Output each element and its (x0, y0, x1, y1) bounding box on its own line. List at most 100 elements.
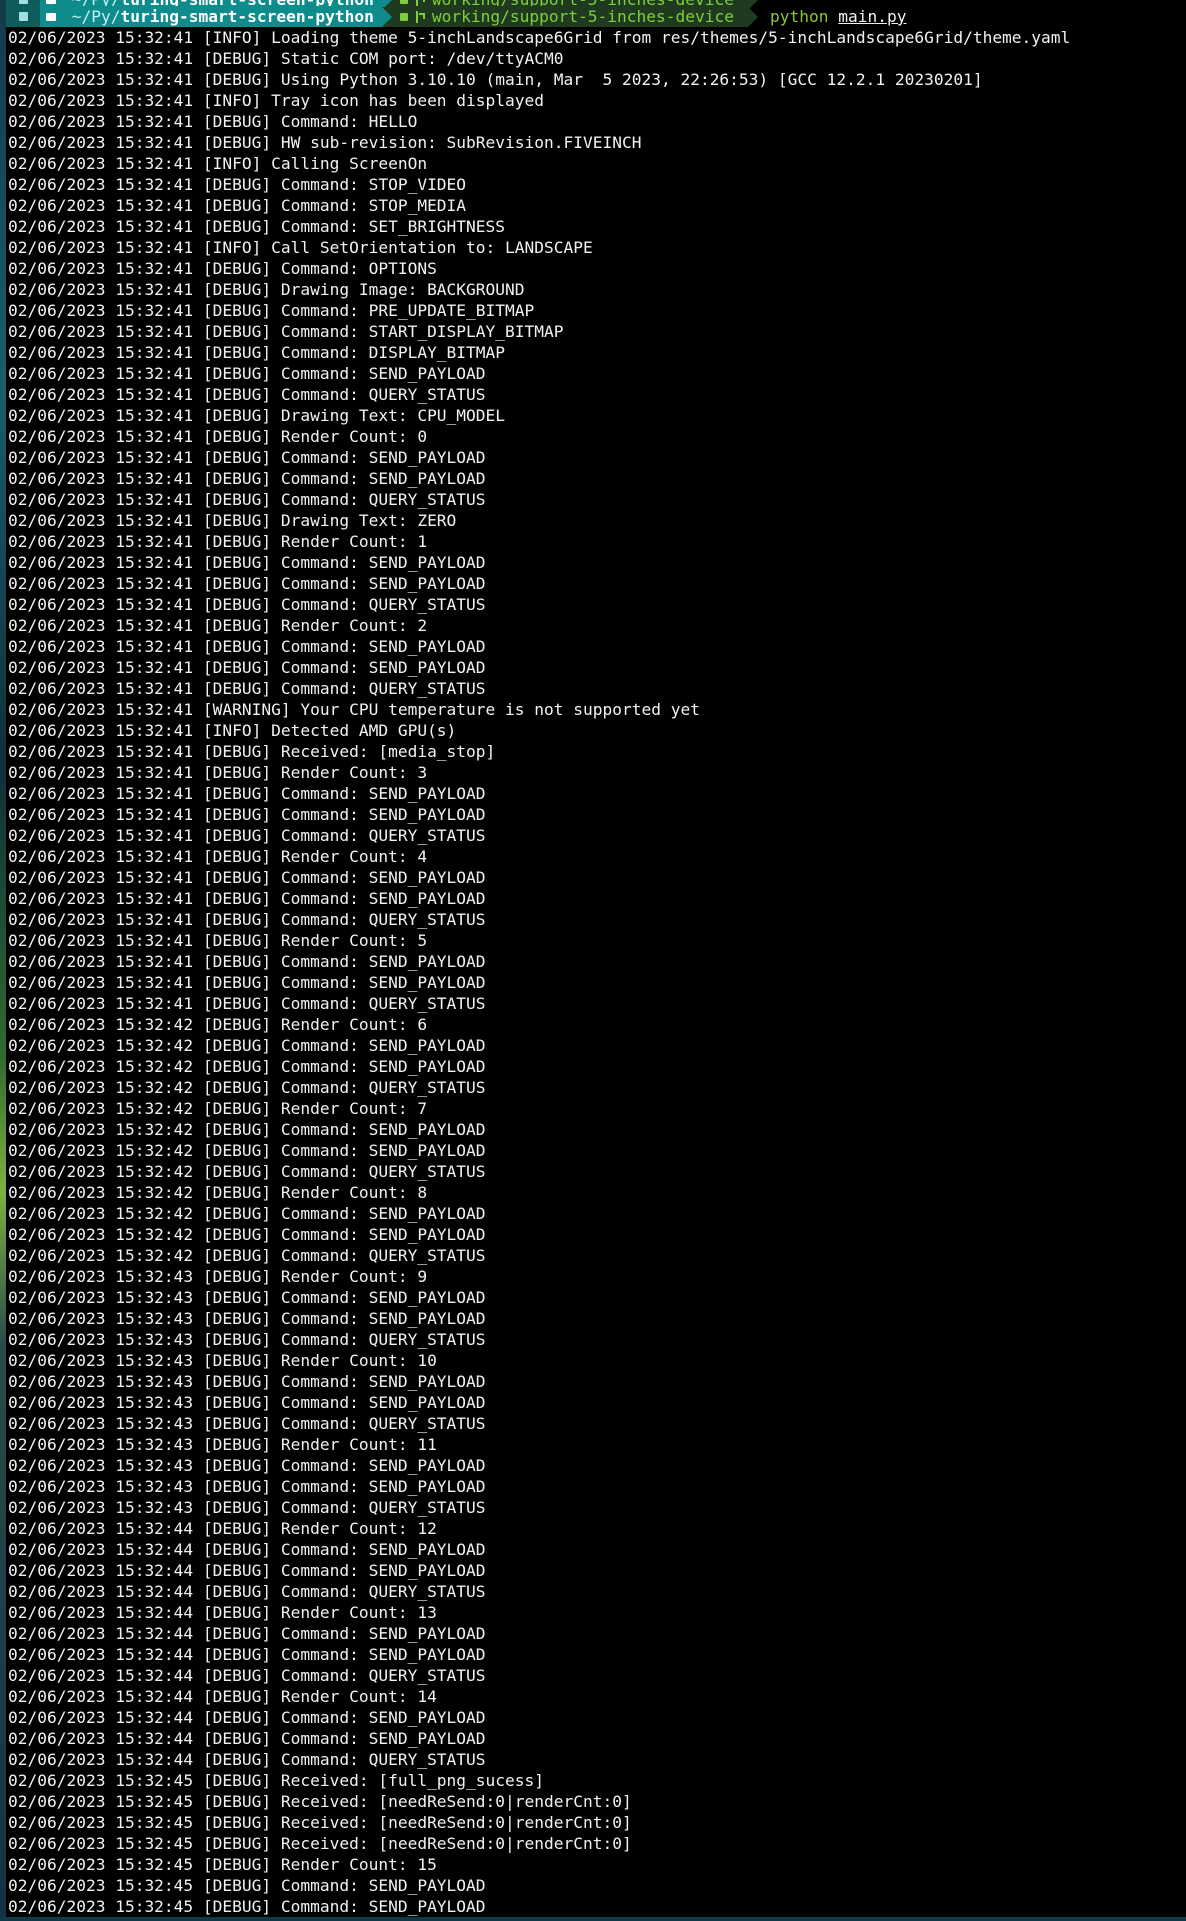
log-line: 02/06/2023 15:32:41 [DEBUG] HW sub-revis… (8, 133, 642, 152)
log-line: 02/06/2023 15:32:41 [DEBUG] Drawing Text… (8, 406, 506, 425)
log-line: 02/06/2023 15:32:41 [DEBUG] Received: [m… (8, 742, 496, 761)
log-line: 02/06/2023 15:32:43 [DEBUG] Command: QUE… (8, 1330, 486, 1349)
log-line: 02/06/2023 15:32:44 [DEBUG] Command: SEN… (8, 1729, 486, 1748)
log-line: 02/06/2023 15:32:41 [DEBUG] Command: SEN… (8, 952, 486, 971)
log-line: 02/06/2023 15:32:41 [DEBUG] Command: SEN… (8, 658, 486, 677)
segment-separator (748, 6, 758, 27)
log-line: 02/06/2023 15:32:42 [DEBUG] Render Count… (8, 1015, 428, 1034)
log-line: 02/06/2023 15:32:41 [INFO] Tray icon has… (8, 91, 545, 110)
log-line: 02/06/2023 15:32:43 [DEBUG] Command: QUE… (8, 1498, 486, 1517)
command-name: python (770, 7, 829, 26)
log-line: 02/06/2023 15:32:43 [DEBUG] Render Count… (8, 1435, 437, 1454)
log-line: 02/06/2023 15:32:44 [DEBUG] Render Count… (8, 1603, 437, 1622)
log-line: 02/06/2023 15:32:41 [DEBUG] Command: SEN… (8, 805, 486, 824)
log-line: 02/06/2023 15:32:41 [DEBUG] Render Count… (8, 532, 428, 551)
log-line: 02/06/2023 15:32:41 [INFO] Call SetOrien… (8, 238, 593, 257)
log-line: 02/06/2023 15:32:44 [DEBUG] Command: SEN… (8, 1708, 486, 1727)
log-line: 02/06/2023 15:32:41 [DEBUG] Command: STA… (8, 322, 564, 341)
command-argument: main.py (838, 7, 907, 26)
log-line: 02/06/2023 15:32:44 [DEBUG] Render Count… (8, 1519, 437, 1538)
wallpaper-edge (0, 0, 6, 1921)
log-line: 02/06/2023 15:32:41 [DEBUG] Command: SEN… (8, 574, 486, 593)
log-line: 02/06/2023 15:32:41 [DEBUG] Render Count… (8, 763, 428, 782)
log-line: 02/06/2023 15:32:43 [DEBUG] Command: SEN… (8, 1477, 486, 1496)
log-output: 02/06/2023 15:32:41 [INFO] Loading theme… (8, 27, 1184, 1917)
log-line: 02/06/2023 15:32:42 [DEBUG] Command: SEN… (8, 1120, 486, 1139)
log-line: 02/06/2023 15:32:41 [DEBUG] Command: QUE… (8, 910, 486, 929)
log-line: 02/06/2023 15:32:44 [DEBUG] Command: SEN… (8, 1540, 486, 1559)
log-line: 02/06/2023 15:32:43 [DEBUG] Command: SEN… (8, 1288, 486, 1307)
log-line: 02/06/2023 15:32:44 [DEBUG] Command: QUE… (8, 1666, 486, 1685)
path-segment: ~/Py/turing-smart-screen-python (40, 6, 382, 27)
git-icon (399, 12, 408, 21)
log-line: 02/06/2023 15:32:42 [DEBUG] Command: SEN… (8, 1204, 486, 1223)
log-line: 02/06/2023 15:32:41 [DEBUG] Drawing Text… (8, 511, 457, 530)
log-line: 02/06/2023 15:32:41 [DEBUG] Render Count… (8, 931, 428, 950)
git-icon (399, 0, 408, 4)
log-line: 02/06/2023 15:32:41 [DEBUG] Command: QUE… (8, 994, 486, 1013)
log-line: 02/06/2023 15:32:43 [DEBUG] Render Count… (8, 1351, 437, 1370)
log-line: 02/06/2023 15:32:41 [DEBUG] Command: SEN… (8, 868, 486, 887)
log-line: 02/06/2023 15:32:41 [DEBUG] Command: STO… (8, 196, 467, 215)
git-segment: working/support-5-inches-device (391, 6, 748, 27)
log-line: 02/06/2023 15:32:41 [DEBUG] Render Count… (8, 616, 428, 635)
log-line: 02/06/2023 15:32:45 [DEBUG] Received: [n… (8, 1813, 632, 1832)
log-line: 02/06/2023 15:32:41 [DEBUG] Command: OPT… (8, 259, 437, 278)
log-line: 02/06/2023 15:32:43 [DEBUG] Command: QUE… (8, 1414, 486, 1433)
log-line: 02/06/2023 15:32:41 [DEBUG] Command: QUE… (8, 826, 486, 845)
branch-icon (415, 0, 426, 6)
os-icon (18, 12, 28, 21)
log-line: 02/06/2023 15:32:41 [DEBUG] Command: QUE… (8, 679, 486, 698)
folder-icon (46, 12, 56, 21)
log-line: 02/06/2023 15:32:44 [DEBUG] Command: SEN… (8, 1624, 486, 1643)
log-line: 02/06/2023 15:32:41 [DEBUG] Render Count… (8, 427, 428, 446)
log-line: 02/06/2023 15:32:42 [DEBUG] Command: SEN… (8, 1141, 486, 1160)
shell-prompt: ~/Py/turing-smart-screen-python working/… (6, 6, 1186, 27)
log-line: 02/06/2023 15:32:41 [DEBUG] Command: SEN… (8, 364, 486, 383)
log-line: 02/06/2023 15:32:41 [DEBUG] Command: PRE… (8, 301, 535, 320)
os-segment (6, 6, 40, 27)
log-line: 02/06/2023 15:32:42 [DEBUG] Command: QUE… (8, 1078, 486, 1097)
log-line: 02/06/2023 15:32:41 [DEBUG] Render Count… (8, 847, 428, 866)
log-line: 02/06/2023 15:32:43 [DEBUG] Render Count… (8, 1267, 428, 1286)
log-line: 02/06/2023 15:32:45 [DEBUG] Received: [n… (8, 1792, 632, 1811)
log-line: 02/06/2023 15:32:42 [DEBUG] Command: QUE… (8, 1162, 486, 1181)
path-dir: turing-smart-screen-python (120, 7, 374, 26)
log-line: 02/06/2023 15:32:43 [DEBUG] Command: SEN… (8, 1393, 486, 1412)
log-line: 02/06/2023 15:32:41 [DEBUG] Command: SET… (8, 217, 506, 236)
log-line: 02/06/2023 15:32:42 [DEBUG] Command: QUE… (8, 1246, 486, 1265)
log-line: 02/06/2023 15:32:41 [DEBUG] Command: DIS… (8, 343, 506, 362)
log-line: 02/06/2023 15:32:41 [DEBUG] Command: SEN… (8, 889, 486, 908)
log-line: 02/06/2023 15:32:41 [DEBUG] Static COM p… (8, 49, 564, 68)
log-line: 02/06/2023 15:32:41 [INFO] Loading theme… (8, 28, 1071, 47)
log-line: 02/06/2023 15:32:41 [DEBUG] Command: QUE… (8, 595, 486, 614)
wallpaper-edge-bottom (0, 1917, 1186, 1921)
folder-icon (46, 0, 56, 4)
log-line: 02/06/2023 15:32:44 [DEBUG] Command: SEN… (8, 1561, 486, 1580)
log-line: 02/06/2023 15:32:44 [DEBUG] Render Count… (8, 1687, 437, 1706)
log-line: 02/06/2023 15:32:43 [DEBUG] Command: SEN… (8, 1372, 486, 1391)
log-line: 02/06/2023 15:32:45 [DEBUG] Command: SEN… (8, 1876, 486, 1895)
log-line: 02/06/2023 15:32:41 [DEBUG] Command: QUE… (8, 385, 486, 404)
log-line: 02/06/2023 15:32:44 [DEBUG] Command: QUE… (8, 1750, 486, 1769)
log-line: 02/06/2023 15:32:45 [DEBUG] Command: SEN… (8, 1897, 486, 1916)
log-line: 02/06/2023 15:32:41 [DEBUG] Command: SEN… (8, 784, 486, 803)
log-line: 02/06/2023 15:32:41 [INFO] Detected AMD … (8, 721, 457, 740)
log-line: 02/06/2023 15:32:41 [DEBUG] Command: STO… (8, 175, 467, 194)
os-icon (18, 0, 28, 4)
log-line: 02/06/2023 15:32:41 [DEBUG] Command: SEN… (8, 637, 486, 656)
log-line: 02/06/2023 15:32:42 [DEBUG] Command: SEN… (8, 1225, 486, 1244)
branch-icon (415, 10, 426, 23)
segment-separator (381, 6, 392, 27)
log-line: 02/06/2023 15:32:41 [DEBUG] Using Python… (8, 70, 983, 89)
log-line: 02/06/2023 15:32:41 [DEBUG] Drawing Imag… (8, 280, 525, 299)
log-line: 02/06/2023 15:32:41 [DEBUG] Command: SEN… (8, 448, 486, 467)
log-line: 02/06/2023 15:32:45 [DEBUG] Received: [n… (8, 1834, 632, 1853)
log-line: 02/06/2023 15:32:41 [WARNING] Your CPU t… (8, 700, 700, 719)
terminal-window[interactable]: ~/Py/turing-smart-screen-python working/… (0, 0, 1186, 1921)
log-line: 02/06/2023 15:32:42 [DEBUG] Command: SEN… (8, 1057, 486, 1076)
log-line: 02/06/2023 15:32:41 [DEBUG] Command: HEL… (8, 112, 418, 131)
log-line: 02/06/2023 15:32:43 [DEBUG] Command: SEN… (8, 1309, 486, 1328)
log-line: 02/06/2023 15:32:44 [DEBUG] Command: SEN… (8, 1645, 486, 1664)
git-branch: working/support-5-inches-device (431, 7, 734, 26)
